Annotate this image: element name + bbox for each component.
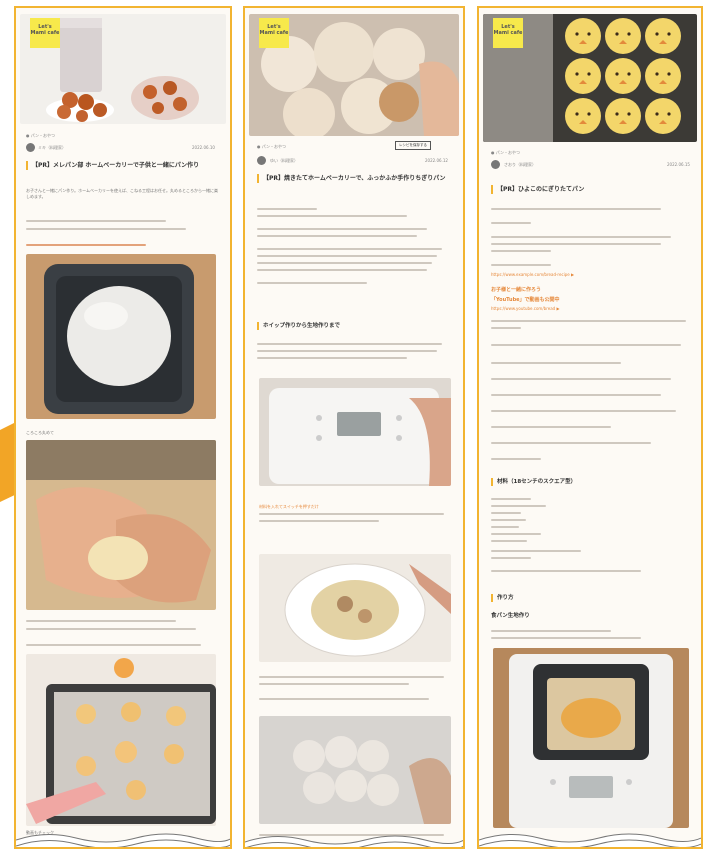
post-title: 【PR】焼きたてホームベーカリーで、ふっかふか手作りちぎりパン [257, 174, 453, 183]
text-line [491, 344, 681, 346]
photo-baking-tray [26, 654, 216, 826]
text-line [491, 243, 661, 245]
author-avatar [26, 143, 35, 152]
author-name[interactable]: さおり（料理家） [504, 162, 536, 168]
text-line [491, 557, 531, 559]
text-line [491, 442, 651, 444]
text-line [259, 698, 429, 700]
text-line [259, 513, 444, 515]
text-line [26, 244, 146, 246]
text-line [491, 394, 661, 396]
text-line [491, 519, 526, 521]
text-line [257, 269, 427, 271]
torn-edge [245, 826, 463, 847]
text-line [257, 343, 442, 345]
post-title: 【PR】メレパン部 ホームベーカリーで子供と一緒にパン作り [26, 161, 222, 170]
text-line [257, 357, 407, 359]
photo-flower-shaped-bread [259, 716, 451, 824]
blog-card-2[interactable]: Let's Mami cafe ● パン・おやつ レシピを保存する ゆい（料理家… [243, 6, 465, 849]
site-logo[interactable]: Let's Mami cafe [493, 18, 523, 48]
photo-bread-machine-open [493, 648, 689, 828]
text-line [257, 248, 442, 250]
text-line [257, 262, 432, 264]
photo-dough-in-pan [26, 254, 216, 419]
post-date: 2022.06.10 [192, 145, 215, 150]
text-line [491, 378, 671, 380]
text-line [26, 228, 186, 230]
photo-mixing-bowl [259, 554, 451, 662]
logo-text: Let's Mami cafe [30, 24, 60, 36]
text-line [257, 228, 427, 230]
category-label[interactable]: ● パン・おやつ [491, 150, 520, 156]
text-line [491, 630, 611, 632]
orange-heading: お子様と一緒に作ろう [491, 287, 542, 293]
text-line [491, 236, 671, 238]
link-2[interactable]: https://www.youtube.com/bread ▶ [491, 306, 560, 311]
text-line [257, 208, 317, 210]
text-line [491, 362, 621, 364]
materials-heading: 材料（18センチのスクエア型） [491, 478, 576, 486]
save-recipe-button[interactable]: レシピを保存する [395, 141, 431, 150]
author-name[interactable]: ミキ（料理家） [38, 145, 66, 151]
site-logo[interactable]: Let's Mami cafe [30, 18, 60, 48]
author-avatar [257, 156, 266, 165]
text-line [491, 512, 521, 514]
text-line [26, 644, 201, 646]
caption-1: ころころ丸めて [26, 430, 54, 435]
text-line [491, 550, 581, 552]
text-line [491, 540, 527, 542]
category-label[interactable]: ● パン・おやつ [257, 144, 286, 150]
logo-text: Let's Mami cafe [493, 24, 523, 36]
text-line [257, 255, 437, 257]
text-line [491, 533, 541, 535]
text-line [259, 520, 379, 522]
text-line [26, 620, 176, 622]
step1-heading: 食パン生地作り [491, 613, 530, 619]
photo-bread-machine-panel [259, 378, 451, 486]
text-line [491, 264, 551, 266]
text-line [26, 628, 196, 630]
torn-edge [479, 826, 701, 847]
caption-link[interactable]: 材料を入れてスイッチを押すだけ [259, 504, 319, 510]
text-line [491, 410, 676, 412]
post-title: 【PR】ひよこのにぎりたてパン [491, 185, 692, 194]
text-line [491, 208, 661, 210]
photo-hands-dough-ball [26, 440, 216, 610]
text-line [491, 327, 521, 329]
post-date: 2022.06.15 [667, 162, 690, 167]
link-1[interactable]: https://www.example.com/bread-recipe ▶ [491, 272, 574, 277]
site-logo[interactable]: Let's Mami cafe [259, 18, 289, 48]
post-date: 2022.06.12 [425, 158, 448, 163]
text-line [257, 235, 417, 237]
text-line [491, 570, 641, 572]
text-line [257, 215, 407, 217]
text-line [491, 526, 519, 528]
text-line [491, 458, 541, 460]
text-line [491, 320, 686, 322]
logo-text: Let's Mami cafe [259, 24, 289, 36]
torn-edge [16, 826, 230, 847]
text-line [491, 505, 546, 507]
blog-card-3[interactable]: Let's Mami cafe ● パン・おやつ さおり（料理家） 2022.0… [477, 6, 703, 849]
orange-subheading: 「YouTube」で動画も公開中 [491, 297, 560, 303]
author-name[interactable]: ゆい（料理家） [270, 158, 298, 164]
section-heading: ホイップ作りから生地作りまで [257, 322, 453, 330]
text-line [491, 222, 531, 224]
text-line [259, 676, 444, 678]
text-line [259, 683, 409, 685]
blog-card-1[interactable]: Let's Mami cafe ● パン・おやつ ミキ（料理家） 2022.06… [14, 6, 232, 849]
author-avatar [491, 160, 500, 169]
text-line [257, 282, 367, 284]
text-line [491, 498, 531, 500]
steps-heading: 作り方 [491, 594, 514, 602]
category-label[interactable]: ● パン・おやつ [26, 133, 55, 139]
intro-text: お子さんと一緒にパン作り。ホームベーカリーを使えば、こねる工程はお任せ。丸めると… [26, 188, 218, 199]
text-line [26, 220, 166, 222]
text-line [257, 350, 437, 352]
text-line [491, 250, 551, 252]
text-line [491, 426, 611, 428]
text-line [491, 637, 641, 639]
